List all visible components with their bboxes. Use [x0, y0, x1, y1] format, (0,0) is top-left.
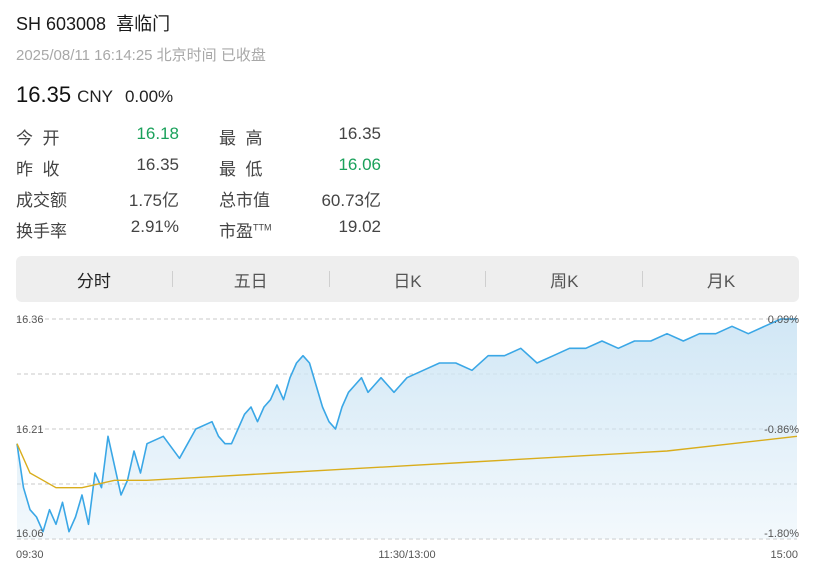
x-tick-label: 11:30/13:00 [378, 549, 435, 561]
prev-close-value: 16.35 [136, 155, 179, 174]
y-tick-label-right: -1.80% [764, 528, 799, 540]
turnover-rate-label: 换手率 [16, 222, 67, 241]
currency-label: CNY [77, 87, 113, 106]
period-tabs: 分时 五日 日K 周K 月K [16, 256, 799, 302]
open-value: 16.18 [136, 124, 179, 143]
market-cap-value: 60.73亿 [321, 191, 381, 210]
turnover-rate-value: 2.91% [130, 217, 179, 236]
tab-five-day[interactable]: 五日 [173, 256, 329, 302]
pe-ttm-superscript: TTM [253, 222, 272, 233]
x-tick-label: 15:00 [770, 549, 798, 561]
high-value: 16.35 [338, 124, 381, 143]
low-value: 16.06 [338, 155, 381, 174]
tab-label: 月K [706, 271, 736, 291]
price-row: 16.35 CNY 0.00% [16, 82, 173, 108]
pe-label-text: 市盈 [219, 222, 253, 241]
stock-title: SH 603008 喜临门 [16, 14, 171, 34]
tab-label: 分时 [76, 271, 111, 291]
tab-label: 日K [393, 271, 422, 291]
turnover-value: 1.75亿 [128, 191, 179, 210]
open-label: 今 开 [16, 129, 60, 148]
turnover-label: 成交额 [16, 191, 67, 210]
tab-daily-k[interactable]: 日K [330, 256, 486, 302]
y-tick-label-left: 16.06 [16, 528, 44, 540]
stat-row: 换手率 2.91% 市盈TTM 19.02 [16, 215, 396, 246]
tab-monthly-k[interactable]: 月K [643, 256, 799, 302]
stat-row: 昨 收 16.35 最 低 16.06 [16, 153, 396, 184]
x-tick-label: 09:30 [16, 549, 44, 561]
pe-value: 19.02 [338, 217, 381, 236]
stat-row: 成交额 1.75亿 总市值 60.73亿 [16, 184, 396, 215]
y-tick-label-right: 0.09% [768, 314, 799, 326]
pe-label: 市盈TTM [219, 217, 272, 242]
y-tick-label-left: 16.36 [16, 314, 44, 326]
price-change: 0.00% [124, 87, 174, 106]
price-area [17, 319, 797, 539]
tab-label: 周K [550, 271, 579, 291]
market-cap-label: 总市值 [219, 191, 270, 210]
tab-intraday[interactable]: 分时 [16, 256, 172, 302]
y-tick-label-left: 16.21 [16, 424, 44, 436]
stats-panel: 今 开 16.18 最 高 16.35 昨 收 16.35 最 低 16.06 … [16, 122, 396, 246]
current-price: 16.35 [16, 82, 72, 107]
tab-label: 五日 [233, 271, 268, 291]
tab-weekly-k[interactable]: 周K [486, 256, 642, 302]
intraday-chart[interactable]: 16.36 16.21 16.06 0.09% -0.86% -1.80% 09:30 11:… [0, 305, 819, 580]
low-label: 最 低 [219, 160, 263, 179]
y-tick-label-right: -0.86% [764, 424, 799, 436]
prev-close-label: 昨 收 [16, 160, 60, 179]
timestamp-status: 2025/08/11 16:14:25 北京时间 已收盘 [16, 47, 266, 64]
stat-row: 今 开 16.18 最 高 16.35 [16, 122, 396, 153]
high-label: 最 高 [219, 129, 263, 148]
